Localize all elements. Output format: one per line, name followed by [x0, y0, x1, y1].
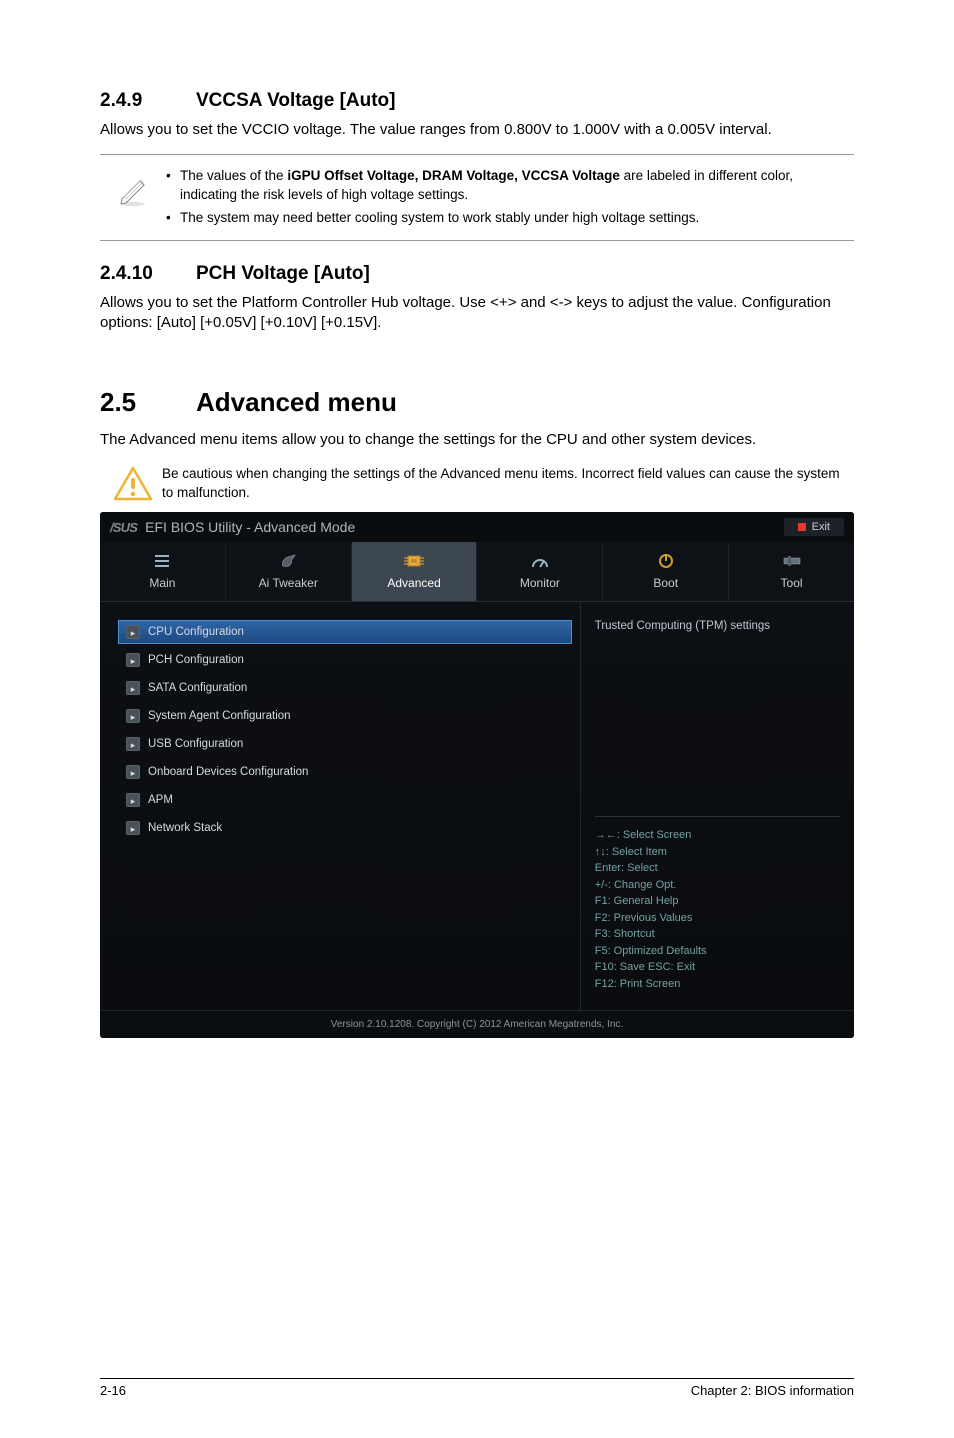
chevron-right-icon: ▸ [126, 737, 140, 751]
tab-advanced[interactable]: Advanced [351, 542, 477, 601]
tab-monitor[interactable]: Monitor [476, 542, 602, 601]
gauge-icon [477, 551, 602, 571]
note-list: The values of the iGPU Offset Voltage, D… [166, 163, 850, 232]
exit-icon [798, 523, 806, 531]
divider [595, 816, 840, 817]
cfg-onboard[interactable]: ▸Onboard Devices Configuration [118, 760, 572, 784]
key-line: F5: Optimized Defaults [595, 943, 840, 960]
list-icon [100, 551, 225, 571]
cfg-system-agent[interactable]: ▸System Agent Configuration [118, 704, 572, 728]
tool-icon [729, 551, 854, 571]
chip-icon [352, 551, 477, 571]
key-line: ↑↓: Select Item [595, 844, 840, 861]
secnum: 2.4.10 [100, 263, 196, 285]
heading-2.5: 2.5Advanced menu [100, 387, 854, 418]
tab-tool[interactable]: Tool [728, 542, 854, 601]
sectitle: PCH Voltage [Auto] [196, 263, 370, 284]
tab-ai-tweaker[interactable]: Ai Tweaker [225, 542, 351, 601]
cfg-sata[interactable]: ▸SATA Configuration [118, 676, 572, 700]
lightning-icon [226, 551, 351, 571]
key-line: →←: Select Screen [595, 827, 840, 844]
key-line: Enter: Select [595, 860, 840, 877]
tab-label: Ai Tweaker [259, 576, 318, 590]
bios-screenshot: /SUS EFI BIOS Utility - Advanced Mode Ex… [100, 512, 854, 1038]
bios-footer: Version 2.10.1208. Copyright (C) 2012 Am… [100, 1010, 854, 1038]
bios-titlebar: /SUS EFI BIOS Utility - Advanced Mode Ex… [100, 512, 854, 542]
chapter-label: Chapter 2: BIOS information [691, 1383, 854, 1398]
chevron-right-icon: ▸ [126, 625, 140, 639]
bios-tabs: Main Ai Tweaker Advanced Monitor [100, 542, 854, 602]
tab-label: Advanced [387, 576, 440, 590]
cfg-cpu[interactable]: ▸CPU Configuration [118, 620, 572, 644]
caution-icon [113, 466, 153, 502]
chnum: 2.5 [100, 387, 196, 418]
bios-info-text: Trusted Computing (TPM) settings [595, 620, 840, 810]
asus-logo-icon: /SUS [110, 520, 137, 535]
power-icon [603, 551, 728, 571]
body-2.4.10: Allows you to set the Platform Controlle… [100, 293, 854, 334]
key-line: +/-: Change Opt. [595, 877, 840, 894]
body-2.5: The Advanced menu items allow you to cha… [100, 430, 854, 450]
key-line: F1: General Help [595, 893, 840, 910]
key-line: F10: Save ESC: Exit [595, 959, 840, 976]
chevron-right-icon: ▸ [126, 681, 140, 695]
key-line: F12: Print Screen [595, 976, 840, 993]
tab-label: Monitor [520, 576, 560, 590]
body-2.4.9: Allows you to set the VCCIO voltage. The… [100, 120, 854, 140]
chevron-right-icon: ▸ [126, 765, 140, 779]
bios-left-panel: ▸CPU Configuration ▸PCH Configuration ▸S… [100, 602, 581, 1010]
key-line: F3: Shortcut [595, 926, 840, 943]
tab-boot[interactable]: Boot [602, 542, 728, 601]
tab-label: Main [149, 576, 175, 590]
chevron-right-icon: ▸ [126, 793, 140, 807]
note-bullet-1: The values of the iGPU Offset Voltage, D… [166, 167, 850, 205]
pencil-icon [116, 173, 150, 207]
heading-2.4.9: 2.4.9VCCSA Voltage [Auto] [100, 90, 854, 112]
bios-title: /SUS EFI BIOS Utility - Advanced Mode [110, 519, 355, 535]
page-number: 2-16 [100, 1383, 126, 1398]
caution-box: Be cautious when changing the settings o… [100, 465, 854, 503]
bios-right-panel: Trusted Computing (TPM) settings →←: Sel… [581, 602, 854, 1010]
cfg-usb[interactable]: ▸USB Configuration [118, 732, 572, 756]
cfg-network[interactable]: ▸Network Stack [118, 816, 572, 840]
cfg-apm[interactable]: ▸APM [118, 788, 572, 812]
bios-key-help: →←: Select Screen ↑↓: Select Item Enter:… [595, 827, 840, 992]
key-line: F2: Previous Values [595, 910, 840, 927]
tab-label: Tool [781, 576, 803, 590]
chevron-right-icon: ▸ [126, 653, 140, 667]
sectitle: VCCSA Voltage [Auto] [196, 90, 396, 111]
tab-main[interactable]: Main [100, 542, 225, 601]
heading-2.4.10: 2.4.10PCH Voltage [Auto] [100, 263, 854, 285]
cfg-pch[interactable]: ▸PCH Configuration [118, 648, 572, 672]
secnum: 2.4.9 [100, 90, 196, 112]
note-box: The values of the iGPU Offset Voltage, D… [100, 154, 854, 241]
chevron-right-icon: ▸ [126, 709, 140, 723]
tab-label: Boot [653, 576, 678, 590]
note-bullet-2: The system may need better cooling syste… [166, 209, 850, 228]
chevron-right-icon: ▸ [126, 821, 140, 835]
chtitle: Advanced menu [196, 387, 397, 417]
caution-text: Be cautious when changing the settings o… [162, 465, 850, 503]
page-footer: 2-16 Chapter 2: BIOS information [100, 1378, 854, 1398]
bios-exit-button[interactable]: Exit [784, 518, 844, 536]
